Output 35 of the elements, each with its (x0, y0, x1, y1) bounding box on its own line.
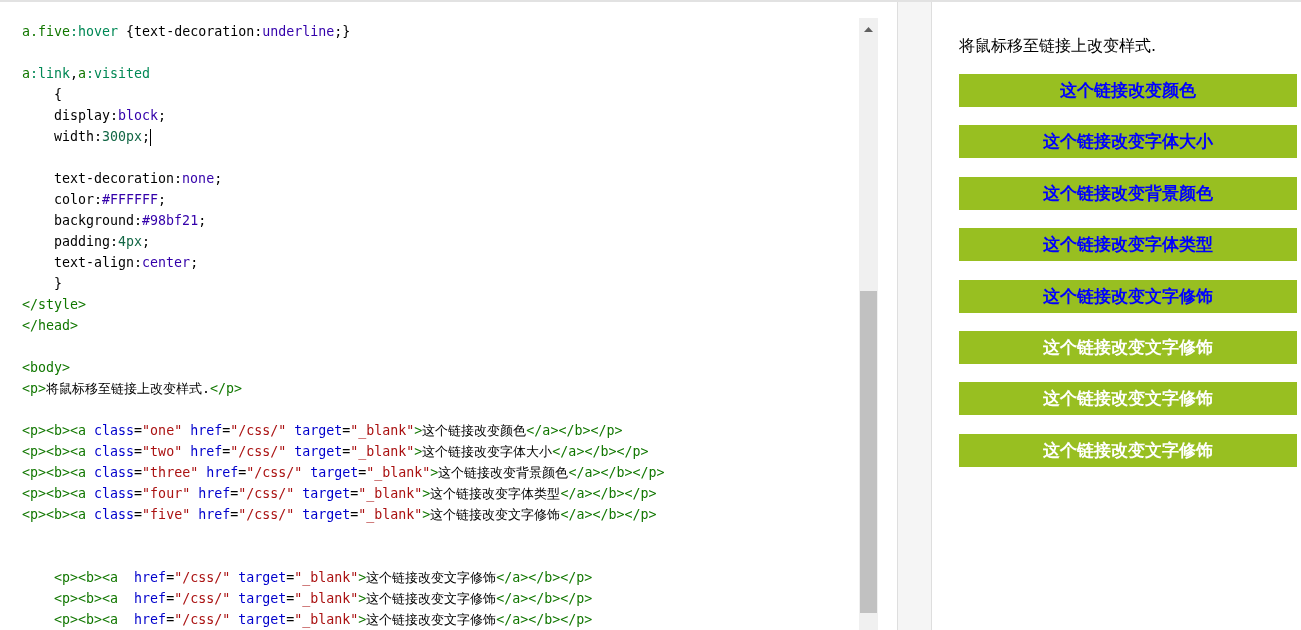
scrollbar[interactable] (859, 18, 878, 630)
code-line: <p><b><a class="four" href="/css/" target="_blank">这个链接改变字体类型</a></b></p> (22, 485, 657, 504)
code-line: text-decoration:none; (53, 170, 223, 188)
link-button[interactable]: 这个链接改变文字修饰 (959, 279, 1297, 313)
code-line: <p><b><a class="three" href="/css/" target="_blank">这个链接改变背景颜色</a></b></p> (22, 464, 665, 483)
code-line: <p><b><a href="/css/" target="_blank">这个链接改变文字修饰</a></b></p> (53, 611, 593, 630)
code-line: <p><b><a href="/css/" target="_blank">这个链接改变文字修饰</a></b></p> (53, 590, 593, 609)
code-line: <p><b><a class="one" href="/css/" target="_blank">这个链接改变颜色</a></b></p> (22, 422, 623, 441)
code-line: <p><b><a href="/css/" target="_blank">这个链接改变文字修饰</a></b></p> (53, 569, 593, 588)
preview-text: 将鼠标移至链接上改变样式. (959, 36, 1157, 57)
scroll-up-icon[interactable] (864, 27, 873, 32)
link-button[interactable]: 这个链接改变字体大小 (959, 125, 1297, 159)
code-line: display:block; (53, 107, 167, 125)
code-line: text-align:center; (53, 254, 199, 272)
link-button[interactable]: 这个链接改变颜色 (959, 74, 1297, 107)
splitter-bar[interactable] (897, 2, 932, 630)
code-line: <body> (22, 359, 71, 377)
code-line: </style> (22, 296, 87, 314)
code-line: </head> (22, 317, 79, 335)
code-line: width:300px; (53, 127, 152, 147)
link-button[interactable]: 这个链接改变文字修饰 (959, 382, 1297, 416)
code-line: a:link,a:visited (22, 65, 151, 83)
code-line: color:#FFFFFF; (53, 191, 167, 209)
code-line: a.five:hover {text-decoration:underline;} (22, 23, 351, 41)
code-line: <p><b><a class="five" href="/css/" target="_blank">这个链接改变文字修饰</a></b></p> (22, 506, 657, 525)
link-button[interactable]: 这个链接改变文字修饰 (959, 330, 1297, 364)
code-line: padding:4px; (53, 233, 151, 251)
code-line: background:#98bf21; (53, 212, 207, 230)
link-button[interactable]: 这个链接改变文字修饰 (959, 433, 1297, 467)
code-line: <p>将鼠标移至链接上改变样式.</p> (22, 380, 243, 398)
link-button[interactable]: 这个链接改变字体类型 (959, 228, 1297, 262)
code-line: } (53, 275, 63, 293)
code-line: { (53, 86, 63, 104)
link-button[interactable]: 这个链接改变背景颜色 (959, 176, 1297, 210)
code-line: <p><b><a class="two" href="/css/" target="_blank">这个链接改变字体大小</a></b></p> (22, 443, 649, 462)
